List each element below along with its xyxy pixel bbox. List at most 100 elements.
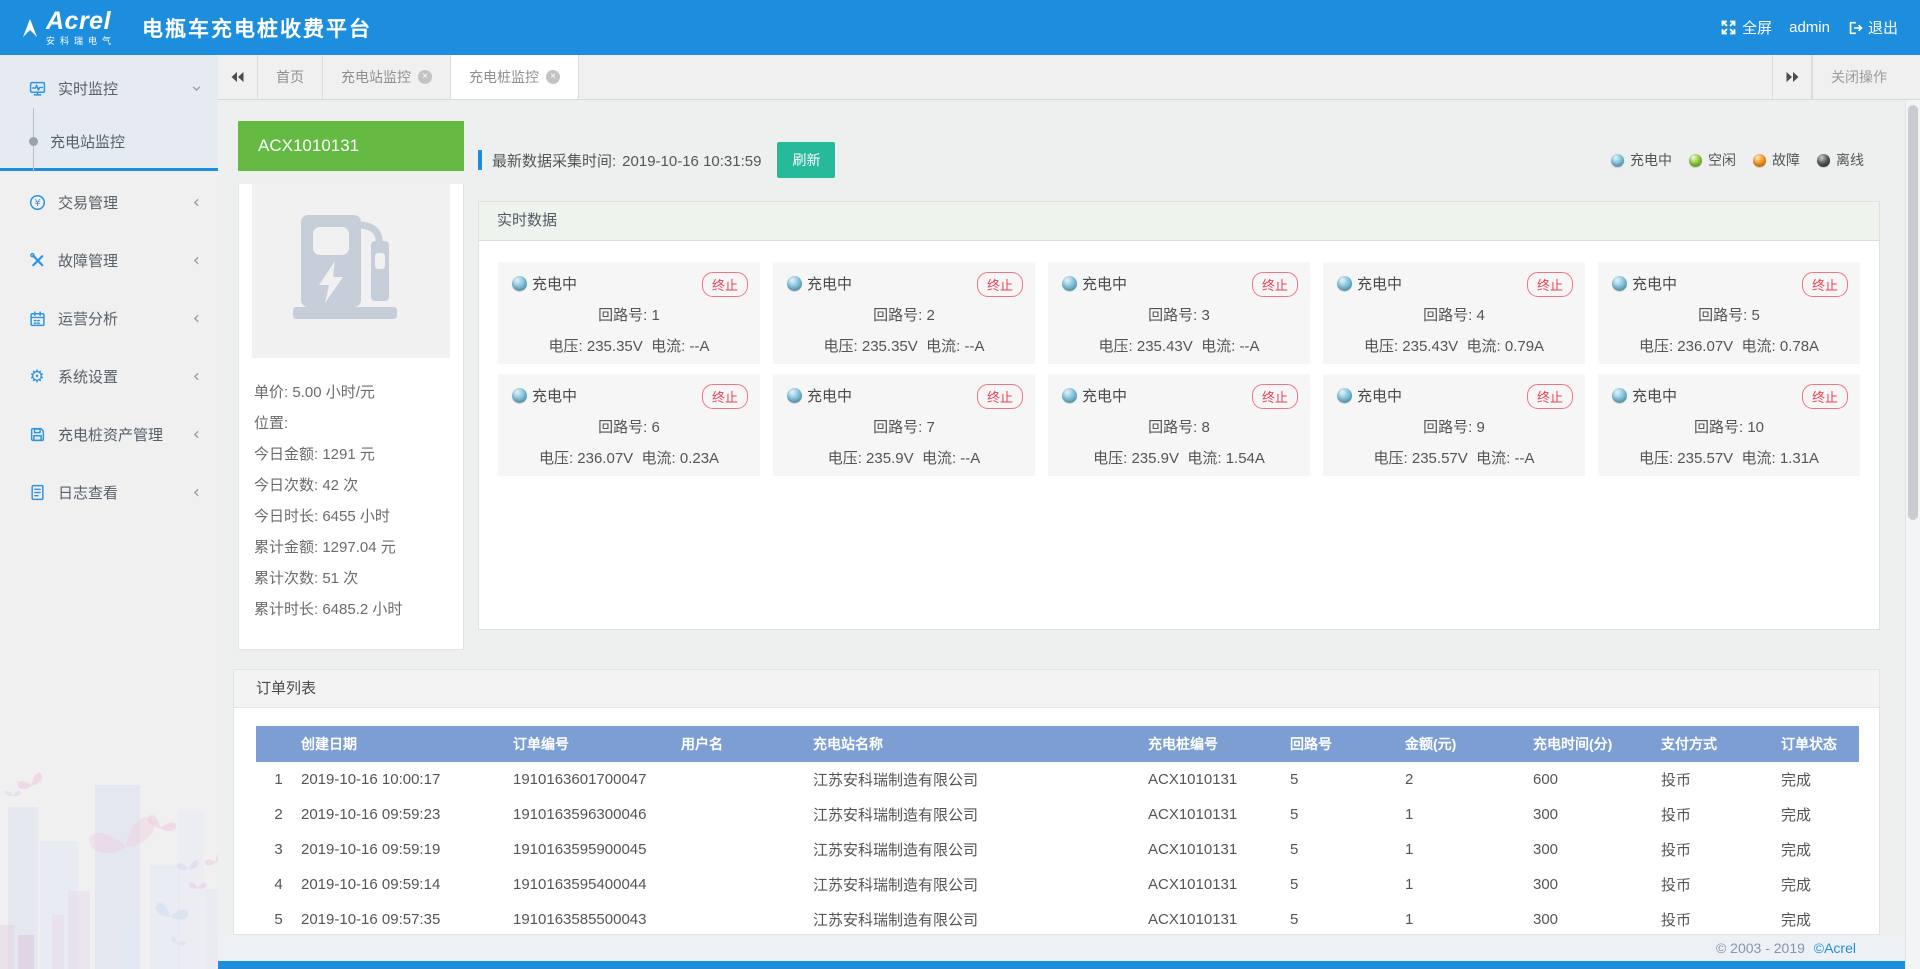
offline-dot-icon: [1817, 154, 1830, 167]
stop-button[interactable]: 终止: [1527, 272, 1573, 297]
sidebar-item-realtime-monitor[interactable]: 实时监控: [0, 62, 218, 114]
logo-subtext: 安科瑞电气: [46, 37, 116, 46]
voltage-current: 电压: 235.35V 电流: --A: [512, 335, 746, 356]
circuit-number: 回路号: 4: [1337, 304, 1571, 325]
bottom-accent-strip: [218, 961, 1920, 969]
tab-station-monitor[interactable]: 充电站监控: [323, 55, 451, 99]
stop-button[interactable]: 终止: [1252, 384, 1298, 409]
circuit-number: 回路号: 6: [512, 416, 746, 437]
legend-fault: 故障: [1753, 150, 1800, 170]
fullscreen-button[interactable]: 全屏: [1720, 17, 1772, 38]
col-order-no: 订单编号: [513, 726, 681, 762]
logout-button[interactable]: 退出: [1847, 17, 1898, 38]
page-title: 电瓶车充电桩收费平台: [142, 13, 372, 43]
circuit-number: 回路号: 3: [1062, 304, 1296, 325]
stop-button[interactable]: 终止: [1802, 272, 1848, 297]
chevron-left-icon: [191, 371, 202, 382]
circuit-card-9: 充电中终止 回路号: 9 电压: 235.57V 电流: --A: [1323, 374, 1585, 476]
status-legend: 充电中 空闲 故障 离线: [1611, 150, 1864, 170]
circuit-card-8: 充电中终止 回路号: 8 电压: 235.9V 电流: 1.54A: [1048, 374, 1310, 476]
table-row: 2 2019-10-16 09:59:23 1910163596300046 江…: [256, 797, 1859, 832]
collect-info-row: 最新数据采集时间:2019-10-16 10:31:59 刷新 充电中 空闲 故…: [478, 143, 1880, 177]
circuit-card-4: 充电中终止 回路号: 4 电压: 235.43V 电流: 0.79A: [1323, 262, 1585, 364]
col-station-name: 充电站名称: [813, 726, 1148, 762]
stop-button[interactable]: 终止: [1802, 384, 1848, 409]
tab-pile-monitor[interactable]: 充电桩监控: [451, 55, 579, 99]
charging-pile-image: [252, 184, 450, 358]
charging-status-icon: [787, 388, 802, 403]
voltage-current: 电压: 236.07V 电流: 0.23A: [512, 447, 746, 468]
collect-time-label: 最新数据采集时间:2019-10-16 10:31:59: [492, 150, 761, 171]
circuit-card-2: 充电中终止 回路号: 2 电压: 235.35V 电流: --A: [773, 262, 1035, 364]
brand-link[interactable]: ©Acrel: [1814, 940, 1856, 956]
charging-status-icon: [1337, 276, 1352, 291]
acrel-logo-icon: [20, 16, 40, 40]
tab-close-icon[interactable]: [546, 70, 560, 84]
orders-table: 创建日期 订单编号 用户名 充电站名称 充电桩编号 回路号 金额(元) 充电时间…: [256, 726, 1859, 935]
sidebar-item-fault-management[interactable]: 故障管理: [0, 231, 218, 289]
refresh-button[interactable]: 刷新: [777, 142, 835, 178]
circuit-number: 回路号: 5: [1612, 304, 1846, 325]
user-menu[interactable]: admin: [1789, 19, 1830, 36]
charging-status-icon: [1062, 276, 1077, 291]
voltage-current: 电压: 235.9V 电流: 1.54A: [1062, 447, 1296, 468]
monitor-icon: [28, 79, 46, 97]
acrel-logo: Acrel 安科瑞电气: [20, 9, 116, 46]
col-create-date: 创建日期: [301, 726, 513, 762]
calendar-icon: [28, 309, 46, 327]
col-user: 用户名: [681, 726, 813, 762]
stop-button[interactable]: 终止: [977, 384, 1023, 409]
circuit-cards-grid: 充电中终止 回路号: 1 电压: 235.35V 电流: --A 充电中终止 回…: [479, 241, 1879, 497]
sidebar-item-trade-management[interactable]: ¥ 交易管理: [0, 173, 218, 231]
station-stats: 单价: 5.00 小时/元 位置: 今日金额: 1291 元 今日次数: 42 …: [239, 371, 463, 625]
col-order-status: 订单状态: [1781, 726, 1859, 762]
table-header-row: 创建日期 订单编号 用户名 充电站名称 充电桩编号 回路号 金额(元) 充电时间…: [256, 726, 1859, 762]
col-index: [256, 726, 301, 762]
stop-button[interactable]: 终止: [977, 272, 1023, 297]
copyright-text: © 2003 - 2019: [1716, 940, 1805, 956]
svg-text:¥: ¥: [34, 197, 40, 208]
stop-button[interactable]: 终止: [702, 384, 748, 409]
scroll-tabs-left-button[interactable]: [218, 55, 258, 99]
legend-charging: 充电中: [1611, 150, 1672, 170]
stat-today-count: 今日次数: 42 次: [254, 470, 448, 501]
transaction-icon: ¥: [28, 193, 46, 211]
chevron-left-icon: [191, 197, 202, 208]
table-row: 1 2019-10-16 10:00:17 1910163601700047 江…: [256, 762, 1859, 797]
tab-close-icon[interactable]: [418, 70, 432, 84]
voltage-current: 电压: 235.57V 电流: 1.31A: [1612, 447, 1846, 468]
charging-status-icon: [512, 276, 527, 291]
scrollbar-thumb[interactable]: [1908, 105, 1918, 520]
sidebar-item-operation-analysis[interactable]: 运营分析: [0, 289, 218, 347]
scroll-tabs-right-button[interactable]: [1772, 55, 1812, 99]
charging-pile-icon: [287, 211, 415, 331]
document-log-icon: [28, 483, 46, 501]
col-pay-method: 支付方式: [1661, 726, 1781, 762]
chevron-left-icon: [191, 487, 202, 498]
stat-location: 位置:: [254, 408, 448, 439]
stat-today-amount: 今日金额: 1291 元: [254, 439, 448, 470]
tools-icon: [28, 251, 46, 269]
circuit-number: 回路号: 8: [1062, 416, 1296, 437]
stop-button[interactable]: 终止: [1252, 272, 1298, 297]
circuit-card-7: 充电中终止 回路号: 7 电压: 235.9V 电流: --A: [773, 374, 1035, 476]
table-row: 4 2019-10-16 09:59:14 1910163595400044 江…: [256, 867, 1859, 902]
circuit-card-3: 充电中终止 回路号: 3 电压: 235.43V 电流: --A: [1048, 262, 1310, 364]
circuit-number: 回路号: 7: [787, 416, 1021, 437]
accent-bar: [478, 150, 482, 170]
table-row: 5 2019-10-16 09:57:35 1910163585500043 江…: [256, 902, 1859, 935]
close-operations-menu[interactable]: 关闭操作: [1812, 55, 1905, 99]
tab-home[interactable]: 首页: [258, 55, 323, 99]
sidebar-item-pile-assets[interactable]: 充电桩资产管理: [0, 405, 218, 463]
logout-icon: [1847, 20, 1863, 36]
sidebar-item-station-monitor[interactable]: 充电站监控: [0, 114, 218, 168]
vertical-scrollbar[interactable]: [1905, 100, 1920, 969]
stat-today-duration: 今日时长: 6455 小时: [254, 501, 448, 532]
stat-total-count: 累计次数: 51 次: [254, 563, 448, 594]
stat-total-amount: 累计金额: 1297.04 元: [254, 532, 448, 563]
sidebar-item-log-view[interactable]: 日志查看: [0, 463, 218, 521]
stop-button[interactable]: 终止: [702, 272, 748, 297]
stop-button[interactable]: 终止: [1527, 384, 1573, 409]
circuit-card-5: 充电中终止 回路号: 5 电压: 236.07V 电流: 0.78A: [1598, 262, 1860, 364]
sidebar-item-system-settings[interactable]: ⚙ 系统设置: [0, 347, 218, 405]
